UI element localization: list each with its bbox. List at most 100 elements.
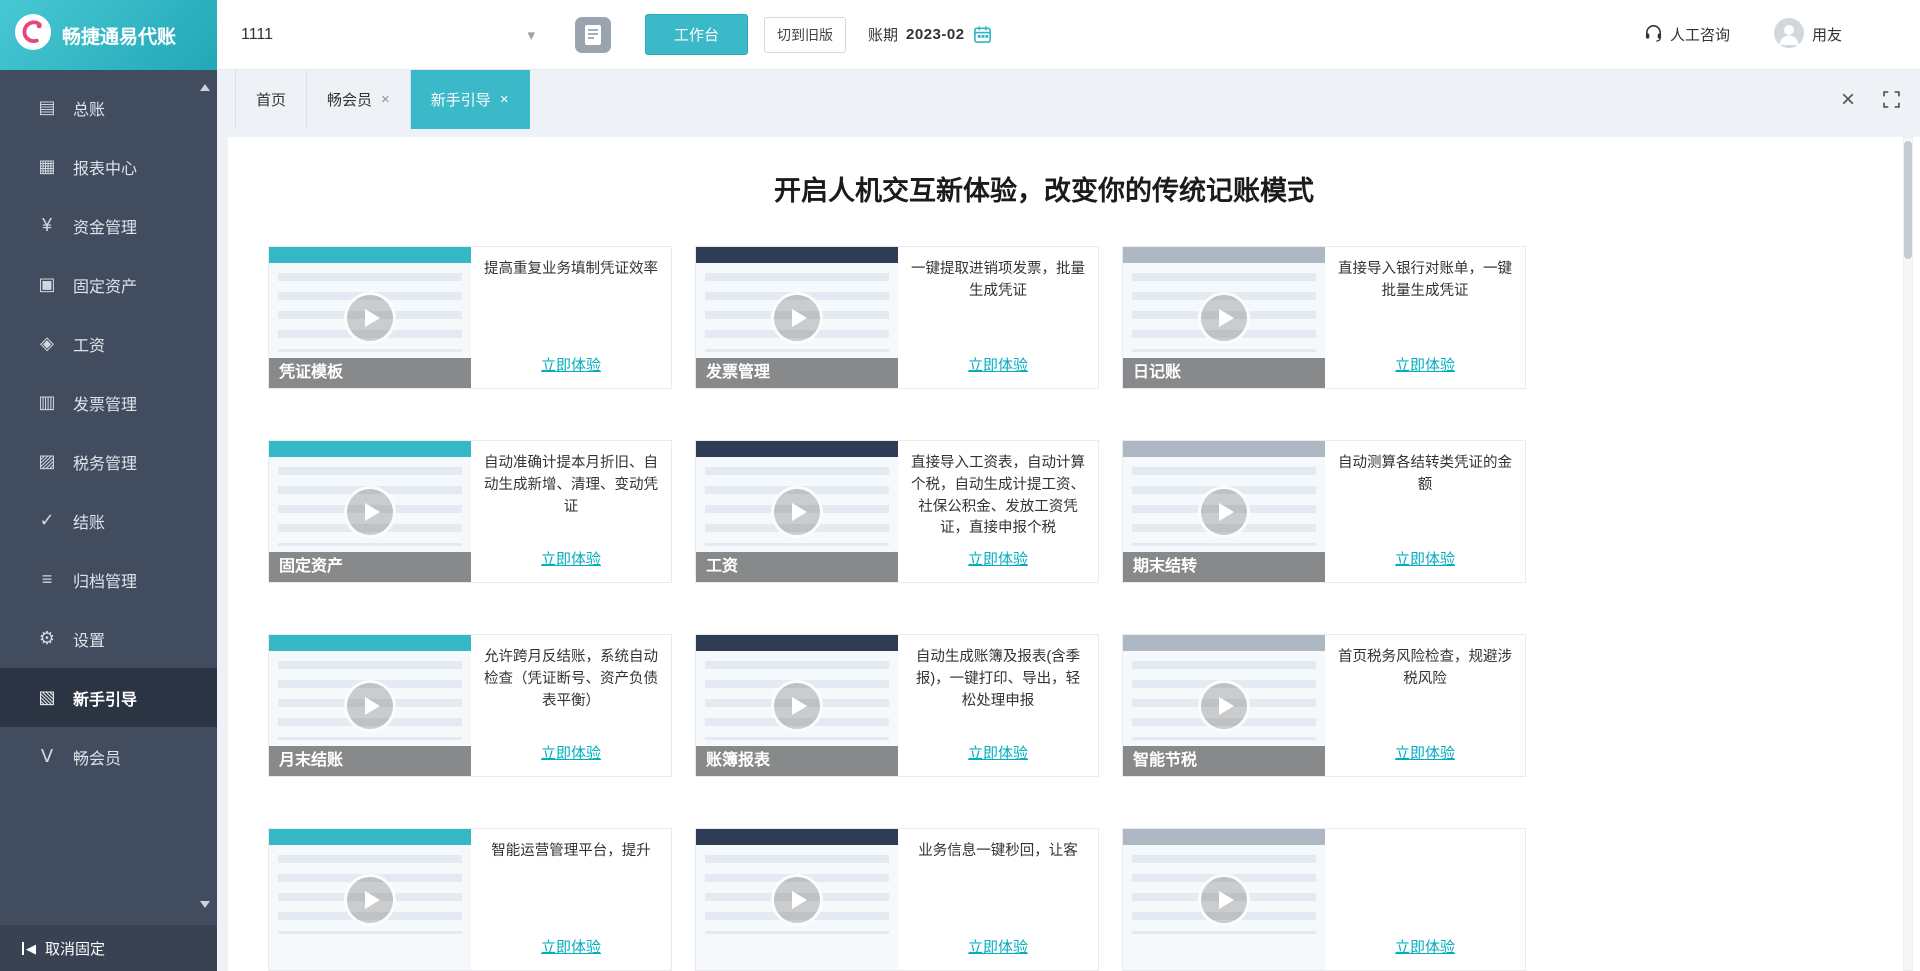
old-version-button[interactable]: 切到旧版 [764,16,847,53]
brand-area: 畅捷通易代账 [0,0,217,70]
feature-card-payroll: 工资 直接导入工资表，自动计算个税，自动生成计提工资、社保公积金、发放工资凭证，… [695,440,1099,583]
settings-gear-icon: ⚙ [38,628,56,648]
headset-icon [1644,23,1663,46]
thumbnail-title: 工资 [696,552,898,582]
experience-link[interactable]: 立即体验 [968,354,1028,375]
thumbnail-title: 智能节税 [1123,746,1325,776]
experience-link[interactable]: 立即体验 [968,936,1028,957]
experience-link[interactable]: 立即体验 [1395,742,1455,763]
thumbnail-title: 月末结账 [269,746,471,776]
tab-close-icon[interactable]: × [500,91,509,108]
experience-link[interactable]: 立即体验 [541,936,601,957]
sidebar-item-general-ledger[interactable]: ▤ 总账 [0,78,217,137]
sidebar-item-archive-management[interactable]: ≡ 归档管理 [0,550,217,609]
card-description: 自动测算各结转类凭证的金额 [1338,455,1512,493]
content-scrollbar[interactable] [1903,137,1913,971]
experience-link[interactable]: 立即体验 [968,742,1028,763]
feature-card-month-end-closing: 月末结账 允许跨月反结账，系统自动检查（凭证断号、资产负债表平衡） 立即体验 [268,634,672,777]
header: 1111 ▾ 工作台 切到旧版 账期 2023-02 人工咨询 用友 [217,0,1920,70]
feature-card-period-end-carryover: 期末结转 自动测算各结转类凭证的金额 立即体验 [1122,440,1526,583]
header-right: 人工咨询 用友 [1644,17,1920,52]
play-icon [1198,485,1250,538]
video-thumbnail[interactable]: 账簿报表 [696,635,898,776]
close-icon[interactable]: × [1841,87,1855,112]
sidebar-menu: ▤ 总账 ▦ 报表中心 ¥ 资金管理 ▣ 固定资产 ◈ 工资 ▥ 发票管理 ▨ … [0,78,217,786]
video-thumbnail[interactable]: 工资 [696,441,898,582]
tab-member[interactable]: 畅会员 × [307,70,411,129]
user-label: 用友 [1811,27,1842,44]
member-icon: Ⅴ [40,746,54,766]
play-icon [1198,873,1250,926]
feature-card-fixed-assets: 固定资产 自动准确计提本月折旧、自动生成新增、清理、变动凭证 立即体验 [268,440,672,583]
guide-icon: ▧ [38,687,56,707]
thumbnail-title: 期末结转 [1123,552,1325,582]
sidebar-item-report-center[interactable]: ▦ 报表中心 [0,137,217,196]
scrollbar-thumb[interactable] [1904,141,1912,259]
thumbnail-title: 固定资产 [269,552,471,582]
support-label: 人工咨询 [1669,27,1730,44]
user-menu[interactable]: 用友 [1773,17,1842,52]
brand-name: 畅捷通易代账 [62,26,177,48]
video-thumbnail[interactable]: 凭证模板 [269,247,471,388]
video-thumbnail[interactable]: 日记账 [1123,247,1325,388]
calendar-icon[interactable] [973,25,992,44]
video-thumbnail[interactable]: 固定资产 [269,441,471,582]
account-select[interactable]: 1111 ▾ [241,26,541,44]
card-description: 首页税务风险检查，规避涉税风险 [1338,649,1512,687]
account-value: 1111 [241,25,274,43]
tab-actions: × [1841,70,1920,129]
video-thumbnail[interactable]: 期末结转 [1123,441,1325,582]
fixed-asset-icon: ▣ [38,274,56,294]
sidebar-item-invoice-management[interactable]: ▥ 发票管理 [0,373,217,432]
play-icon [1198,679,1250,732]
cards-grid: 凭证模板 提高重复业务填制凭证效率 立即体验 发票管理 一键提取进销项发票，批量… [268,246,1526,971]
tab-close-icon[interactable]: × [381,91,390,108]
video-thumbnail[interactable] [696,829,898,970]
thumbnail-title: 发票管理 [696,358,898,388]
invoice-icon: ▥ [38,392,56,412]
experience-link[interactable]: 立即体验 [1395,354,1455,375]
play-icon [771,291,823,344]
support-link[interactable]: 人工咨询 [1644,23,1730,46]
play-icon [771,679,823,732]
sidebar-item-settings[interactable]: ⚙ 设置 [0,609,217,668]
experience-link[interactable]: 立即体验 [541,548,601,569]
fullscreen-icon[interactable] [1883,91,1900,108]
feature-card-partial-3: 立即体验 [1122,828,1526,971]
sidebar-item-fixed-assets[interactable]: ▣ 固定资产 [0,255,217,314]
tabs: 首页 畅会员 × 新手引导 × [235,70,530,129]
video-thumbnail[interactable] [1123,829,1325,970]
video-thumbnail[interactable] [269,829,471,970]
sidebar-item-member[interactable]: Ⅴ 畅会员 [0,727,217,786]
feature-card-instant-reply: 业务信息一键秒回，让客 立即体验 [695,828,1099,971]
card-description: 一键提取进销项发票，批量生成凭证 [911,261,1085,299]
sidebar-item-beginner-guide[interactable]: ▧ 新手引导 [0,668,217,727]
feature-card-invoice-management: 发票管理 一键提取进销项发票，批量生成凭证 立即体验 [695,246,1099,389]
page-title: 开启人机交互新体验，改变你的传统记账模式 [774,176,1314,206]
workbench-button[interactable]: 工作台 [645,14,749,55]
play-icon [1198,291,1250,344]
sidebar-item-tax-management[interactable]: ▨ 税务管理 [0,432,217,491]
memo-icon[interactable] [575,16,611,53]
sidebar-item-closing[interactable]: ✓ 结账 [0,491,217,550]
feature-card-books-reports: 账簿报表 自动生成账簿及报表(含季报)，一键打印、导出，轻松处理申报 立即体验 [695,634,1099,777]
experience-link[interactable]: 立即体验 [541,354,601,375]
scroll-up-arrow-icon[interactable] [200,79,210,91]
card-description: 自动准确计提本月折旧、自动生成新增、清理、变动凭证 [484,455,658,515]
unpin-button[interactable]: ◀ 取消固定 [0,925,217,971]
sidebar-item-fund-management[interactable]: ¥ 资金管理 [0,196,217,255]
sidebar-item-payroll[interactable]: ◈ 工资 [0,314,217,373]
experience-link[interactable]: 立即体验 [1395,936,1455,957]
video-thumbnail[interactable]: 发票管理 [696,247,898,388]
scroll-down-arrow-icon[interactable] [200,901,210,913]
video-thumbnail[interactable]: 月末结账 [269,635,471,776]
play-icon [344,485,396,538]
experience-link[interactable]: 立即体验 [541,742,601,763]
experience-link[interactable]: 立即体验 [968,548,1028,569]
experience-link[interactable]: 立即体验 [1395,548,1455,569]
tab-home[interactable]: 首页 [235,70,308,129]
tab-beginner-guide[interactable]: 新手引导 × [410,70,530,129]
video-thumbnail[interactable]: 智能节税 [1123,635,1325,776]
period-value[interactable]: 2023-02 [906,26,965,43]
play-icon [344,873,396,926]
